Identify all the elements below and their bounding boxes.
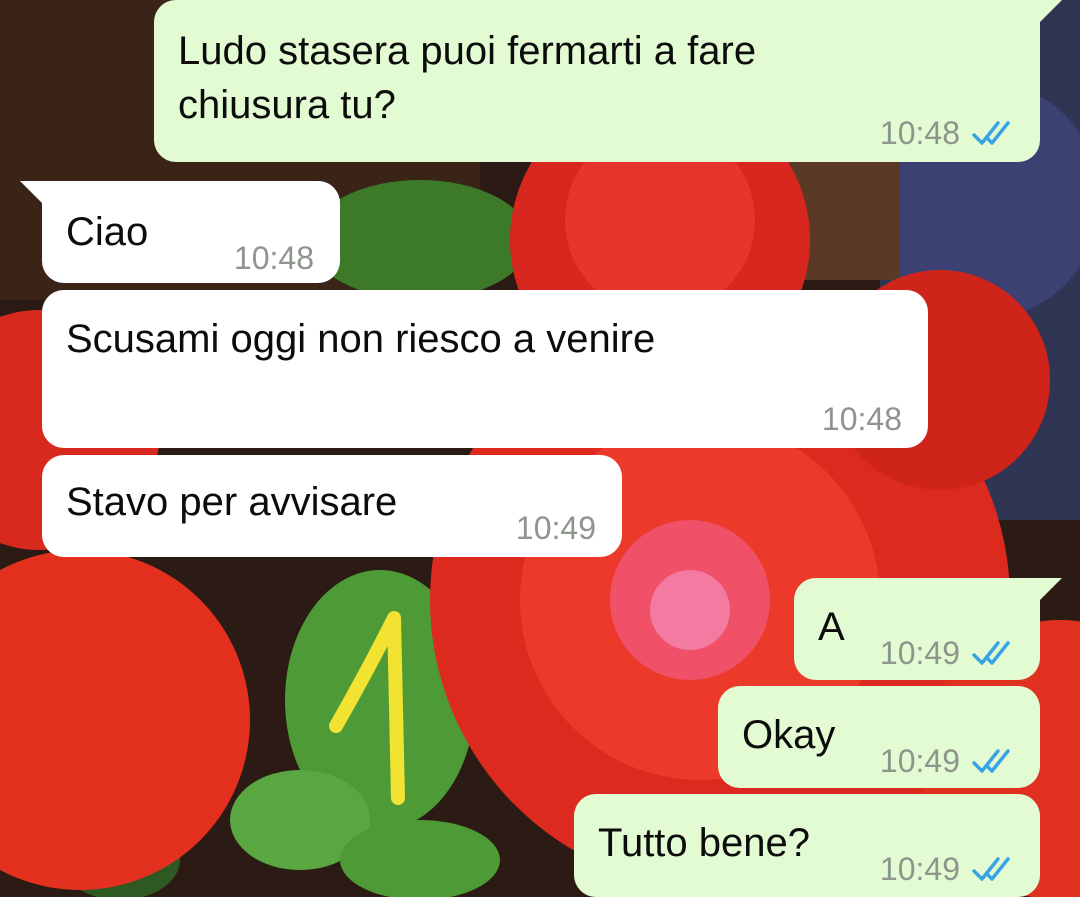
- message-bubble-incoming[interactable]: Stavo per avvisare 10:49: [42, 455, 622, 557]
- message-meta: 10:48: [822, 392, 902, 446]
- message-time: 10:49: [879, 851, 960, 887]
- message-time: 10:48: [821, 401, 902, 437]
- double-check-read-icon: [972, 121, 1010, 145]
- message-meta: 10:48: [234, 231, 314, 285]
- message-time: 10:48: [879, 115, 960, 151]
- bubble-tail: [20, 181, 44, 205]
- message-meta: 10:49: [880, 626, 1016, 680]
- message-text: Stavo per avvisare: [66, 480, 398, 524]
- message-bubble-outgoing[interactable]: Ludo stasera puoi fermarti a fare chiusu…: [154, 0, 1040, 162]
- message-text: Scusami oggi non riesco a venire: [66, 317, 656, 361]
- message-bubble-outgoing[interactable]: Tutto bene? 10:49: [574, 794, 1040, 897]
- message-text: chiusura tu?: [178, 83, 396, 127]
- message-time: 10:49: [515, 510, 596, 546]
- message-bubble-outgoing[interactable]: A 10:49: [794, 578, 1040, 680]
- bubble-tail: [1038, 0, 1062, 24]
- double-check-read-icon: [972, 641, 1010, 665]
- message-time: 10:49: [879, 635, 960, 671]
- bubble-tail: [1038, 578, 1062, 602]
- message-text: Ludo stasera puoi fermarti a fare: [178, 29, 757, 73]
- message-bubble-outgoing[interactable]: Okay 10:49: [718, 686, 1040, 788]
- handwritten-arrow-annotation: [329, 611, 405, 805]
- double-check-read-icon: [972, 749, 1010, 773]
- double-check-read-icon: [972, 857, 1010, 881]
- message-meta: 10:49: [880, 842, 1016, 896]
- message-time: 10:48: [233, 240, 314, 276]
- message-text: Tutto bene?: [598, 821, 811, 865]
- message-bubble-incoming[interactable]: Scusami oggi non riesco a venire 10:48: [42, 290, 928, 448]
- message-bubble-incoming[interactable]: Ciao 10:48: [42, 181, 340, 283]
- message-text: Ciao: [66, 210, 149, 254]
- message-time: 10:49: [879, 743, 960, 779]
- message-meta: 10:48: [880, 106, 1016, 160]
- message-text: A: [818, 605, 845, 649]
- message-meta: 10:49: [516, 501, 596, 555]
- message-text: Okay: [742, 713, 836, 757]
- message-meta: 10:49: [880, 734, 1016, 788]
